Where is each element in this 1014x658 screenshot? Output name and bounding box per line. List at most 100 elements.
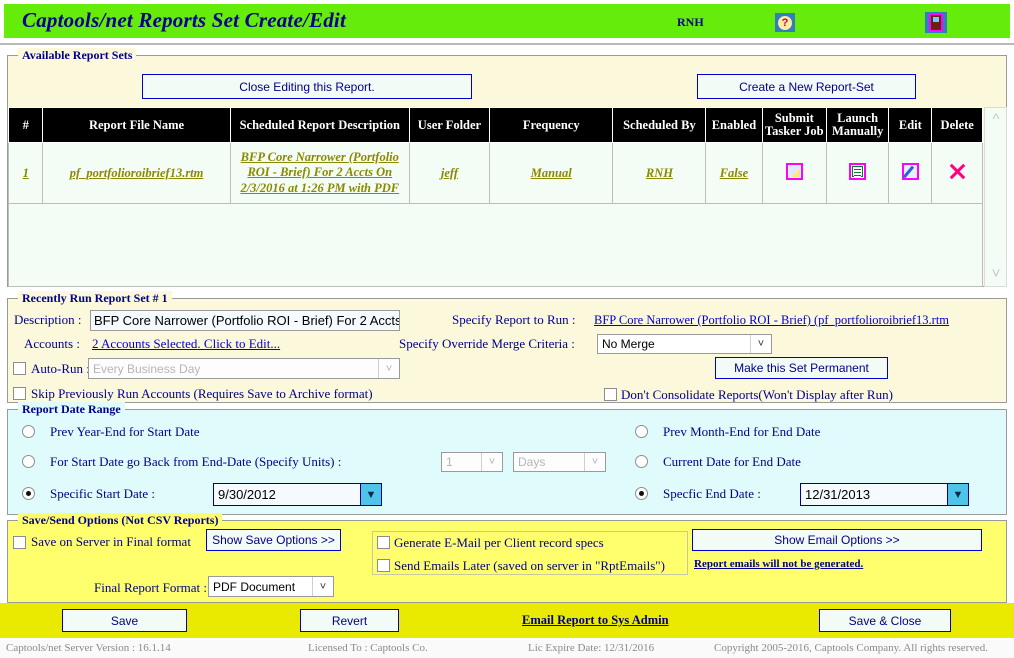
current-date-end-label: Current Date for End Date [663, 454, 801, 470]
chevron-down-icon: ˅ [378, 359, 399, 378]
show-email-options-button[interactable]: Show Email Options >> [692, 529, 982, 551]
final-report-format-label: Final Report Format : [94, 580, 207, 596]
footer-copyright: Copyright 2005-2016, Captools Company. A… [714, 642, 988, 654]
row-number-link[interactable]: 1 [23, 166, 29, 182]
specific-start-date-radio[interactable] [22, 487, 35, 500]
save-on-server-checkbox[interactable] [13, 536, 26, 549]
specific-start-date-label: Specific Start Date : [50, 486, 155, 502]
cell-submit-tasker-job [762, 143, 826, 204]
row-user-folder-link[interactable]: jeff [441, 166, 458, 182]
chevron-up-icon[interactable]: ^ [989, 114, 1003, 126]
available-sets-legend: Available Report Sets [18, 48, 136, 63]
current-date-end-radio[interactable] [635, 455, 648, 468]
report-sets-scrollbar[interactable]: ^ ˅ [984, 107, 1007, 287]
app-window: Captools/net Reports Set Create/Edit RNH… [0, 0, 1014, 658]
override-merge-value: No Merge [598, 337, 750, 351]
footer-lic-expire: Lic Expire Date: 12/31/2016 [528, 642, 654, 654]
units-type-value: Days [514, 455, 584, 469]
override-merge-select[interactable]: No Merge ˅ [597, 334, 772, 354]
skip-previously-run-checkbox[interactable] [13, 387, 26, 400]
save-on-server-label: Save on Server in Final format [31, 534, 191, 550]
units-count-select[interactable]: 1 ˅ [441, 452, 503, 472]
col-frequency: Frequency [490, 108, 613, 143]
prev-year-end-label: Prev Year-End for Start Date [50, 424, 200, 440]
auto-run-select[interactable]: Every Business Day ˅ [88, 358, 400, 379]
send-emails-later-checkbox[interactable] [377, 559, 390, 572]
col-launch-line2: Manually [832, 124, 883, 138]
close-editing-button[interactable]: Close Editing this Report. [142, 74, 472, 99]
chevron-down-icon: ˅ [584, 453, 605, 471]
cell-edit [889, 143, 932, 204]
final-report-format-select[interactable]: PDF Document ˅ [208, 576, 334, 597]
cell-report-file-name: pf_portfolioroibrief13.rtm [43, 143, 230, 204]
go-back-from-end-date-radio[interactable] [22, 455, 35, 468]
prev-month-end-radio[interactable] [635, 425, 648, 438]
cell-enabled: False [706, 143, 762, 204]
col-submit-line2: Tasker Job [765, 124, 824, 138]
col-submit-line1: Submit [775, 111, 814, 125]
auto-run-label: Auto-Run : [31, 361, 90, 377]
go-back-from-end-date-label: For Start Date go Back from End-Date (Sp… [50, 454, 341, 470]
footer-version: Captools/net Server Version : 16.1.14 [6, 642, 171, 654]
show-save-options-button[interactable]: Show Save Options >> [206, 529, 341, 551]
chevron-down-icon: ˅ [750, 335, 771, 353]
specify-report-link[interactable]: BFP Core Narrower (Portfolio ROI - Brief… [594, 313, 949, 328]
skip-previously-run-label: Skip Previously Run Accounts (Requires S… [31, 386, 373, 402]
save-send-legend: Save/Send Options (Not CSV Reports) [18, 513, 222, 528]
col-scheduled-report-description: Scheduled Report Description [230, 108, 409, 143]
description-input[interactable]: BFP Core Narrower (Portfolio ROI - Brief… [90, 310, 400, 331]
col-report-file-name: Report File Name [43, 108, 230, 143]
dont-consolidate-checkbox[interactable] [604, 388, 617, 401]
generate-email-checkbox[interactable] [377, 536, 390, 549]
specific-end-date-value: 12/31/2013 [801, 487, 947, 502]
col-launch-manually: Launch Manually [827, 108, 889, 143]
exit-door-icon[interactable] [925, 12, 947, 33]
auto-run-checkbox[interactable] [13, 362, 26, 375]
cell-scheduled-by: RNH [613, 143, 706, 204]
specific-start-date-input[interactable]: 9/30/2012 ▼ [213, 483, 382, 506]
submit-tasker-job-icon[interactable] [786, 163, 803, 180]
row-frequency-link[interactable]: Manual [531, 166, 572, 182]
email-report-sys-admin-link[interactable]: Email Report to Sys Admin [522, 613, 669, 628]
description-label: Description : [14, 312, 82, 328]
col-number: # [9, 108, 43, 143]
recently-run-legend: Recently Run Report Set # 1 [18, 291, 172, 306]
launch-manually-icon[interactable] [849, 163, 866, 180]
chevron-down-icon: ▼ [947, 484, 968, 505]
table-row: 1 pf_portfolioroibrief13.rtm BFP Core Na… [9, 143, 983, 204]
make-set-permanent-button[interactable]: Make this Set Permanent [715, 357, 888, 379]
row-enabled-link[interactable]: False [720, 166, 748, 182]
override-merge-label: Specify Override Merge Criteria : [399, 336, 575, 352]
edit-pencil-icon[interactable] [902, 163, 919, 180]
col-delete: Delete [932, 108, 983, 143]
date-range-legend: Report Date Range [18, 402, 125, 417]
row-description-link[interactable]: BFP Core Narrower (Portfolio ROI - Brief… [234, 150, 406, 197]
row-file-name-link[interactable]: pf_portfolioroibrief13.rtm [70, 166, 204, 182]
save-and-close-button[interactable]: Save & Close [819, 609, 951, 632]
email-warning-link[interactable]: Report emails will not be generated. [694, 558, 863, 570]
col-submit-tasker-job: Submit Tasker Job [762, 108, 826, 143]
cell-frequency: Manual [490, 143, 613, 204]
create-new-report-set-button[interactable]: Create a New Report-Set [697, 74, 916, 99]
specific-start-date-value: 9/30/2012 [214, 487, 360, 502]
chevron-down-icon: ˅ [312, 577, 333, 596]
specific-end-date-input[interactable]: 12/31/2013 ▼ [800, 483, 969, 506]
chevron-down-icon: ▼ [360, 484, 381, 505]
help-question-icon[interactable]: ? [775, 13, 795, 32]
cell-number: 1 [9, 143, 43, 204]
cell-launch-manually [827, 143, 889, 204]
prev-year-end-radio[interactable] [22, 425, 35, 438]
current-user-label: RNH [677, 15, 704, 30]
prev-month-end-label: Prev Month-End for End Date [663, 424, 820, 440]
accounts-selected-link[interactable]: 2 Accounts Selected. Click to Edit... [92, 336, 280, 352]
chevron-down-icon[interactable]: ˅ [989, 268, 1003, 280]
report-sets-table: # Report File Name Scheduled Report Desc… [8, 107, 983, 204]
send-emails-later-label: Send Emails Later (saved on server in "R… [394, 558, 665, 574]
specific-end-date-radio[interactable] [635, 487, 648, 500]
page-title: Captools/net Reports Set Create/Edit [22, 8, 346, 33]
save-button[interactable]: Save [62, 609, 187, 632]
delete-x-icon[interactable] [949, 163, 966, 180]
revert-button[interactable]: Revert [300, 609, 399, 632]
row-scheduled-by-link[interactable]: RNH [646, 166, 673, 182]
units-type-select[interactable]: Days ˅ [513, 452, 606, 472]
